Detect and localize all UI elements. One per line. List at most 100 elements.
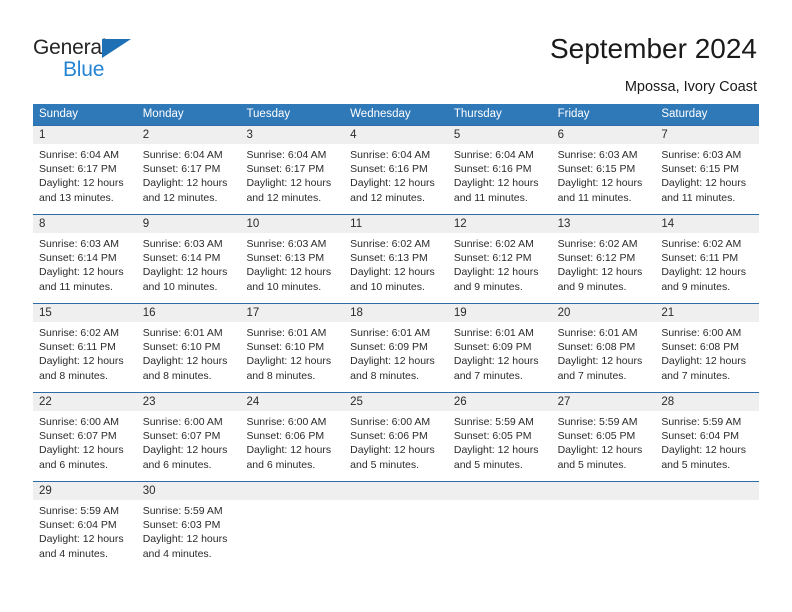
sunset-text: Sunset: 6:17 PM <box>142 163 221 176</box>
sunrise-text: Sunrise: 6:04 AM <box>39 149 119 161</box>
day-number[interactable]: 29 <box>33 482 137 500</box>
daylight-text-line2: and 8 minutes. <box>39 369 108 382</box>
daylight-text-line2: and 10 minutes. <box>246 280 322 293</box>
day-number-row: 29 30 <box>33 482 759 500</box>
sunset-text: Sunset: 6:12 PM <box>557 252 636 265</box>
day-number[interactable]: 12 <box>448 215 552 233</box>
day-cell[interactable]: Sunrise: 6:04 AM Sunset: 6:17 PM Dayligh… <box>240 144 344 214</box>
sunset-text: Sunset: 6:11 PM <box>39 341 116 354</box>
day-cell[interactable]: Sunrise: 6:00 AM Sunset: 6:07 PM Dayligh… <box>33 411 137 481</box>
sunrise-text: Sunrise: 5:59 AM <box>142 505 223 517</box>
day-cell[interactable]: Sunrise: 5:59 AM Sunset: 6:03 PM Dayligh… <box>137 500 241 570</box>
day-number[interactable]: 26 <box>448 393 552 411</box>
day-info-row: Sunrise: 6:00 AM Sunset: 6:07 PM Dayligh… <box>33 411 759 481</box>
daylight-text-line1: Daylight: 12 hours <box>557 444 643 457</box>
day-cell[interactable]: Sunrise: 6:04 AM Sunset: 6:17 PM Dayligh… <box>137 144 241 214</box>
weekday-header-sunday: Sunday <box>39 108 79 120</box>
day-number[interactable]: 6 <box>552 126 656 144</box>
sunset-text: Sunset: 6:03 PM <box>142 519 221 532</box>
day-cell[interactable]: Sunrise: 6:00 AM Sunset: 6:07 PM Dayligh… <box>137 411 241 481</box>
day-number[interactable]: 13 <box>552 215 656 233</box>
day-number[interactable]: 10 <box>240 215 344 233</box>
daylight-text-line2: and 5 minutes. <box>557 458 627 471</box>
daylight-text-line2: and 6 minutes. <box>39 458 108 471</box>
day-cell[interactable]: Sunrise: 6:01 AM Sunset: 6:10 PM Dayligh… <box>137 322 241 392</box>
day-number[interactable]: 8 <box>33 215 137 233</box>
day-cell[interactable]: Sunrise: 6:00 AM Sunset: 6:06 PM Dayligh… <box>344 411 448 481</box>
day-number[interactable]: 11 <box>344 215 448 233</box>
day-cell[interactable]: Sunrise: 5:59 AM Sunset: 6:04 PM Dayligh… <box>33 500 137 570</box>
day-number[interactable]: 23 <box>137 393 241 411</box>
day-cell-empty <box>655 500 759 570</box>
day-number[interactable]: 19 <box>448 304 552 322</box>
calendar-grid: Sunday Monday Tuesday Wednesday Thursday… <box>33 104 759 570</box>
sunrise-text: Sunrise: 6:03 AM <box>557 149 638 161</box>
day-cell[interactable]: Sunrise: 6:04 AM Sunset: 6:16 PM Dayligh… <box>448 144 552 214</box>
sunset-text: Sunset: 6:16 PM <box>453 163 532 176</box>
daylight-text-line1: Daylight: 12 hours <box>142 444 228 457</box>
daylight-text-line1: Daylight: 12 hours <box>350 177 435 190</box>
day-cell[interactable]: Sunrise: 5:59 AM Sunset: 6:04 PM Dayligh… <box>655 411 759 481</box>
day-number[interactable]: 20 <box>552 304 656 322</box>
week-row: 1 2 3 4 5 6 7 Sunrise: 6:04 AM Sunset: 6… <box>33 125 759 214</box>
day-number[interactable]: 1 <box>33 126 137 144</box>
day-number-empty <box>240 482 344 500</box>
day-cell[interactable]: Sunrise: 6:00 AM Sunset: 6:08 PM Dayligh… <box>655 322 759 392</box>
logo-text-blue: Blue <box>63 58 105 81</box>
day-cell[interactable]: Sunrise: 6:02 AM Sunset: 6:11 PM Dayligh… <box>33 322 137 392</box>
day-cell[interactable]: Sunrise: 6:03 AM Sunset: 6:14 PM Dayligh… <box>137 233 241 303</box>
day-number[interactable]: 14 <box>655 215 759 233</box>
sunrise-text: Sunrise: 5:59 AM <box>453 416 534 428</box>
day-cell[interactable]: Sunrise: 6:02 AM Sunset: 6:11 PM Dayligh… <box>655 233 759 303</box>
day-number[interactable]: 25 <box>344 393 448 411</box>
daylight-text-line1: Daylight: 12 hours <box>453 444 539 457</box>
day-number-empty <box>552 482 656 500</box>
day-cell[interactable]: Sunrise: 6:02 AM Sunset: 6:12 PM Dayligh… <box>448 233 552 303</box>
day-cell[interactable]: Sunrise: 6:04 AM Sunset: 6:17 PM Dayligh… <box>33 144 137 214</box>
day-number[interactable]: 28 <box>655 393 759 411</box>
weekday-header-monday: Monday <box>142 108 184 120</box>
day-cell[interactable]: Sunrise: 6:03 AM Sunset: 6:15 PM Dayligh… <box>552 144 656 214</box>
sunrise-text: Sunrise: 6:03 AM <box>246 238 327 250</box>
day-cell[interactable]: Sunrise: 5:59 AM Sunset: 6:05 PM Dayligh… <box>552 411 656 481</box>
day-number[interactable]: 17 <box>240 304 344 322</box>
day-cell[interactable]: Sunrise: 6:03 AM Sunset: 6:15 PM Dayligh… <box>655 144 759 214</box>
daylight-text-line2: and 12 minutes. <box>142 191 218 204</box>
daylight-text-line1: Daylight: 12 hours <box>39 444 124 457</box>
sunset-text: Sunset: 6:11 PM <box>661 252 739 265</box>
day-number[interactable]: 15 <box>33 304 137 322</box>
day-number[interactable]: 4 <box>344 126 448 144</box>
day-number[interactable]: 2 <box>137 126 241 144</box>
day-cell[interactable]: Sunrise: 6:00 AM Sunset: 6:06 PM Dayligh… <box>240 411 344 481</box>
day-cell[interactable]: Sunrise: 6:02 AM Sunset: 6:12 PM Dayligh… <box>552 233 656 303</box>
day-cell[interactable]: Sunrise: 5:59 AM Sunset: 6:05 PM Dayligh… <box>448 411 552 481</box>
sunset-text: Sunset: 6:09 PM <box>350 341 428 354</box>
day-number[interactable]: 24 <box>240 393 344 411</box>
day-number[interactable]: 3 <box>240 126 344 144</box>
weekday-header-wednesday: Wednesday <box>350 108 411 120</box>
day-number[interactable]: 21 <box>655 304 759 322</box>
day-cell[interactable]: Sunrise: 6:01 AM Sunset: 6:08 PM Dayligh… <box>552 322 656 392</box>
day-number[interactable]: 5 <box>448 126 552 144</box>
day-cell[interactable]: Sunrise: 6:01 AM Sunset: 6:09 PM Dayligh… <box>448 322 552 392</box>
day-number[interactable]: 18 <box>344 304 448 322</box>
day-cell[interactable]: Sunrise: 6:03 AM Sunset: 6:14 PM Dayligh… <box>33 233 137 303</box>
day-number[interactable]: 9 <box>137 215 241 233</box>
day-number-empty <box>655 482 759 500</box>
day-cell[interactable]: Sunrise: 6:04 AM Sunset: 6:16 PM Dayligh… <box>344 144 448 214</box>
day-cell[interactable]: Sunrise: 6:01 AM Sunset: 6:10 PM Dayligh… <box>240 322 344 392</box>
day-cell[interactable]: Sunrise: 6:02 AM Sunset: 6:13 PM Dayligh… <box>344 233 448 303</box>
sunrise-text: Sunrise: 6:00 AM <box>661 327 742 339</box>
general-blue-logo[interactable]: General Blue <box>33 36 163 84</box>
sunrise-text: Sunrise: 6:03 AM <box>661 149 742 161</box>
sunrise-text: Sunrise: 6:02 AM <box>453 238 534 250</box>
day-number[interactable]: 7 <box>655 126 759 144</box>
daylight-text-line2: and 8 minutes. <box>350 369 420 382</box>
day-number[interactable]: 30 <box>137 482 241 500</box>
day-cell[interactable]: Sunrise: 6:01 AM Sunset: 6:09 PM Dayligh… <box>344 322 448 392</box>
day-number[interactable]: 16 <box>137 304 241 322</box>
sunrise-text: Sunrise: 6:01 AM <box>453 327 534 339</box>
day-cell[interactable]: Sunrise: 6:03 AM Sunset: 6:13 PM Dayligh… <box>240 233 344 303</box>
day-number[interactable]: 27 <box>552 393 656 411</box>
day-number[interactable]: 22 <box>33 393 137 411</box>
